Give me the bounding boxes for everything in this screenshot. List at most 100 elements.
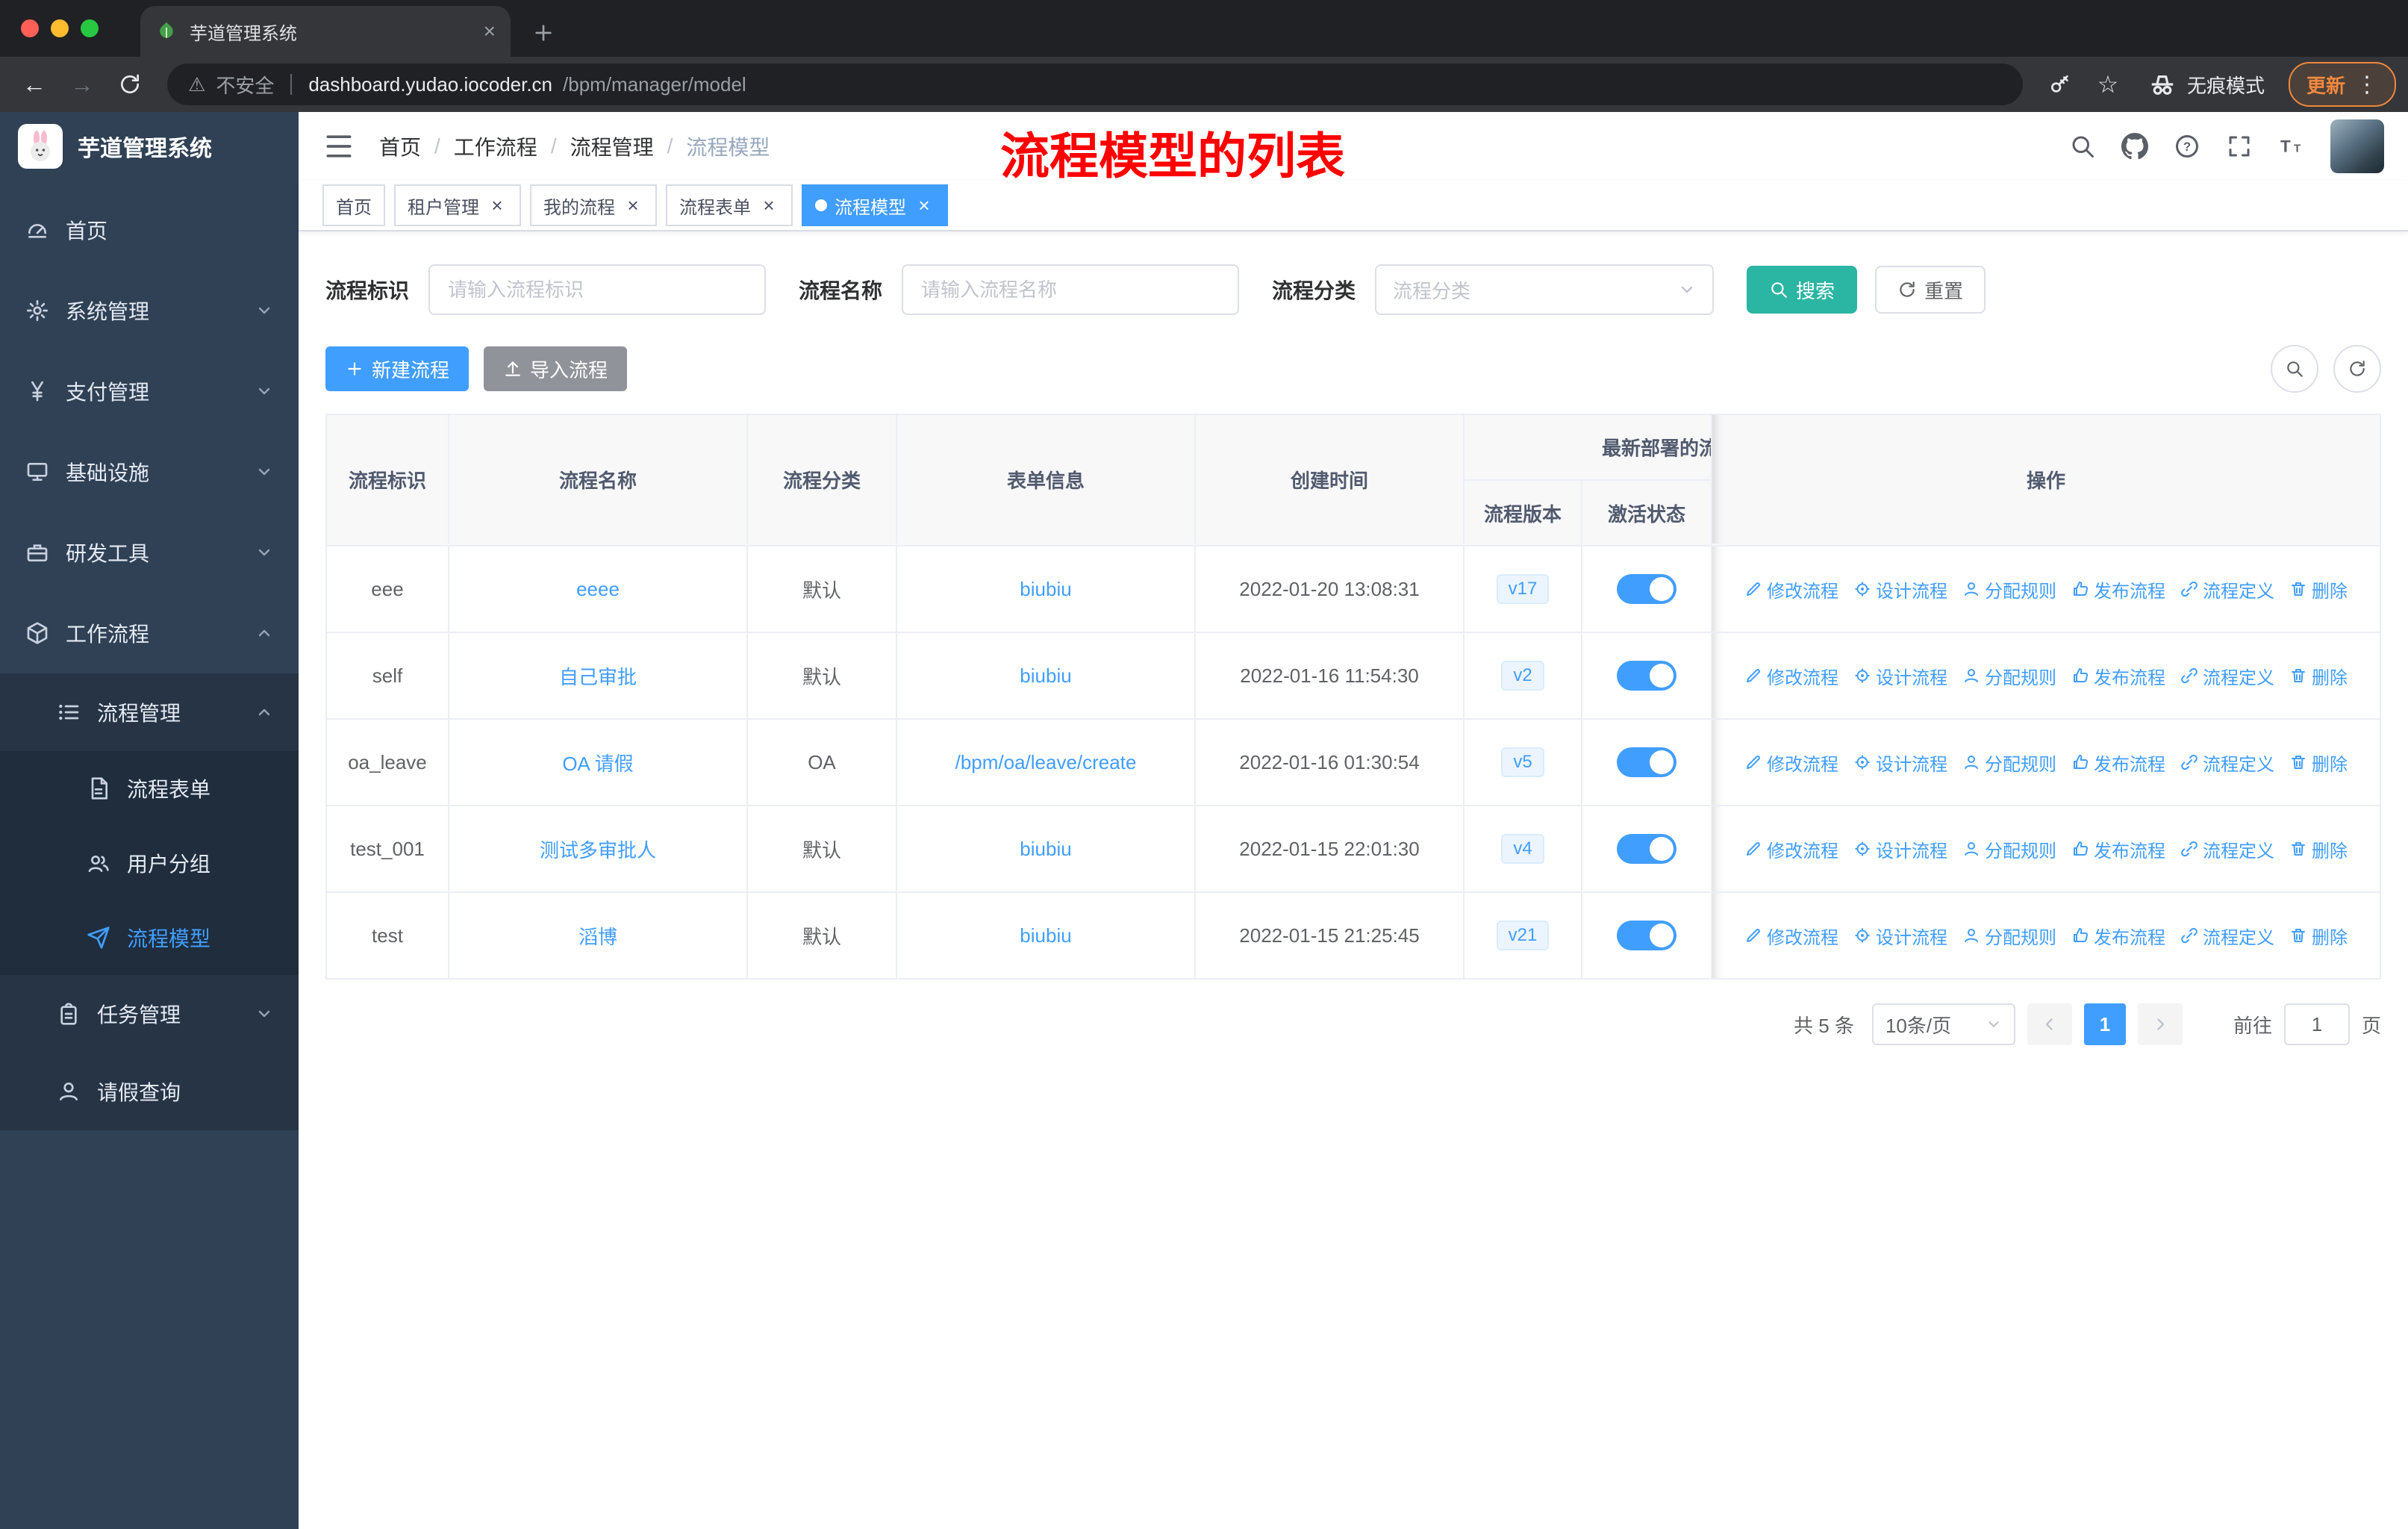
sidebar-item-user-group[interactable]: 用户分组 xyxy=(0,826,299,900)
form-info-link[interactable]: /bpm/oa/leave/create xyxy=(955,751,1137,774)
sidebar-item-devtools[interactable]: 研发工具 xyxy=(0,512,299,593)
page-size-select[interactable]: 10条/页 xyxy=(1871,1003,2015,1045)
password-key-icon[interactable] xyxy=(2038,62,2083,107)
search-button[interactable]: 搜索 xyxy=(1747,266,1858,314)
browser-tab[interactable]: 芋道管理系统 × xyxy=(140,6,511,57)
window-close-button[interactable] xyxy=(21,19,39,37)
toggle-search-button[interactable] xyxy=(2271,345,2318,393)
form-info-link[interactable]: biubiu xyxy=(1020,838,1071,861)
sidebar-item-infra[interactable]: 基础设施 xyxy=(0,432,299,512)
reload-button[interactable] xyxy=(107,62,152,107)
action-delete-link[interactable]: 删除 xyxy=(2289,923,2348,949)
tag-process-model[interactable]: 流程模型 × xyxy=(802,184,948,226)
sidebar-item-task-mgmt[interactable]: 任务管理 xyxy=(0,975,299,1053)
reset-button[interactable]: 重置 xyxy=(1875,266,1986,314)
action-design-link[interactable]: 设计流程 xyxy=(1853,663,1947,689)
action-delete-link[interactable]: 删除 xyxy=(2289,836,2348,862)
sidebar-item-process-model[interactable]: 流程模型 xyxy=(0,900,299,975)
tag-tenant-mgmt[interactable]: 租户管理 × xyxy=(394,184,521,226)
action-publish-link[interactable]: 发布流程 xyxy=(2071,663,2165,689)
breadcrumb-workflow[interactable]: 工作流程 xyxy=(454,131,537,161)
back-button[interactable]: ← xyxy=(12,62,57,107)
import-process-button[interactable]: 导入流程 xyxy=(484,346,628,391)
sidebar-item-workflow[interactable]: 工作流程 xyxy=(0,593,299,673)
fullscreen-icon[interactable] xyxy=(2226,133,2253,160)
action-edit-link[interactable]: 修改流程 xyxy=(1744,750,1838,776)
action-assign-link[interactable]: 分配规则 xyxy=(1962,836,2056,862)
action-design-link[interactable]: 设计流程 xyxy=(1853,836,1947,862)
process-name-link[interactable]: eeee xyxy=(576,578,620,601)
action-delete-link[interactable]: 删除 xyxy=(2289,750,2348,776)
tag-close-icon[interactable]: × xyxy=(758,194,779,217)
sidebar-item-process-mgmt[interactable]: 流程管理 xyxy=(0,673,299,751)
next-page-button[interactable] xyxy=(2137,1003,2183,1045)
sidebar-item-system[interactable]: 系统管理 xyxy=(0,270,299,351)
sidebar-item-leave-query[interactable]: 请假查询 xyxy=(0,1053,299,1130)
action-edit-link[interactable]: 修改流程 xyxy=(1744,836,1838,862)
tag-close-icon[interactable]: × xyxy=(623,194,643,217)
active-switch[interactable] xyxy=(1617,747,1676,777)
active-switch[interactable] xyxy=(1617,574,1676,604)
help-icon[interactable] xyxy=(2174,133,2200,160)
tag-my-process[interactable]: 我的流程 × xyxy=(530,184,657,226)
app-logo[interactable]: 芋道管理系统 xyxy=(0,112,299,181)
sidebar-collapse-icon[interactable] xyxy=(322,130,355,163)
action-design-link[interactable]: 设计流程 xyxy=(1853,576,1947,602)
active-switch[interactable] xyxy=(1617,921,1676,950)
process-category-select[interactable]: 流程分类 xyxy=(1375,264,1715,315)
forward-button[interactable]: → xyxy=(60,62,105,107)
action-delete-link[interactable]: 删除 xyxy=(2289,576,2348,602)
prev-page-button[interactable] xyxy=(2027,1003,2072,1045)
window-zoom-button[interactable] xyxy=(81,19,99,37)
active-switch[interactable] xyxy=(1617,834,1676,864)
action-assign-link[interactable]: 分配规则 xyxy=(1962,750,2056,776)
browser-menu-icon[interactable]: ⋮ xyxy=(2356,72,2378,98)
tag-close-icon[interactable]: × xyxy=(914,194,935,217)
process-name-link[interactable]: 自己审批 xyxy=(559,662,637,690)
update-chip[interactable]: 更新 ⋮ xyxy=(2288,62,2396,107)
form-info-link[interactable]: biubiu xyxy=(1020,924,1071,947)
action-edit-link[interactable]: 修改流程 xyxy=(1744,923,1838,949)
action-definition-link[interactable]: 流程定义 xyxy=(2180,923,2274,949)
action-assign-link[interactable]: 分配规则 xyxy=(1962,663,2056,689)
action-publish-link[interactable]: 发布流程 xyxy=(2071,750,2165,776)
action-definition-link[interactable]: 流程定义 xyxy=(2180,576,2274,602)
action-definition-link[interactable]: 流程定义 xyxy=(2180,663,2274,689)
action-definition-link[interactable]: 流程定义 xyxy=(2180,750,2274,776)
address-bar[interactable]: ⚠ 不安全 dashboard.yudao.iocoder.cn/bpm/man… xyxy=(167,63,2023,105)
bookmark-star-icon[interactable]: ☆ xyxy=(2086,62,2130,107)
action-publish-link[interactable]: 发布流程 xyxy=(2071,923,2165,949)
action-delete-link[interactable]: 删除 xyxy=(2289,663,2348,689)
process-name-link[interactable]: 滔博 xyxy=(578,922,617,950)
refresh-table-button[interactable] xyxy=(2333,345,2381,393)
font-size-icon[interactable] xyxy=(2278,133,2305,160)
action-edit-link[interactable]: 修改流程 xyxy=(1744,576,1838,602)
tab-close-icon[interactable]: × xyxy=(484,19,496,43)
user-avatar[interactable] xyxy=(2330,119,2384,173)
action-assign-link[interactable]: 分配规则 xyxy=(1962,923,2056,949)
breadcrumb-home[interactable]: 首页 xyxy=(379,131,421,161)
sidebar-item-home[interactable]: 首页 xyxy=(0,190,299,270)
process-name-link[interactable]: 测试多审批人 xyxy=(540,835,656,863)
page-number-button[interactable]: 1 xyxy=(2083,1003,2126,1045)
process-name-input[interactable] xyxy=(902,264,1240,315)
sidebar-item-payment[interactable]: 支付管理 xyxy=(0,351,299,432)
window-minimize-button[interactable] xyxy=(51,19,69,37)
tag-close-icon[interactable]: × xyxy=(487,194,508,217)
breadcrumb-process-mgmt[interactable]: 流程管理 xyxy=(570,131,654,161)
action-publish-link[interactable]: 发布流程 xyxy=(2071,576,2165,602)
new-tab-button[interactable] xyxy=(531,21,555,45)
search-icon[interactable] xyxy=(2069,133,2096,160)
github-icon[interactable] xyxy=(2121,133,2148,160)
action-publish-link[interactable]: 发布流程 xyxy=(2071,836,2165,862)
goto-page-input[interactable] xyxy=(2283,1003,2350,1045)
sidebar-item-process-form[interactable]: 流程表单 xyxy=(0,751,299,826)
action-design-link[interactable]: 设计流程 xyxy=(1853,750,1947,776)
action-definition-link[interactable]: 流程定义 xyxy=(2180,836,2274,862)
process-name-link[interactable]: OA 请假 xyxy=(562,749,633,776)
form-info-link[interactable]: biubiu xyxy=(1020,664,1071,688)
form-info-link[interactable]: biubiu xyxy=(1020,578,1071,601)
process-id-input[interactable] xyxy=(428,264,767,315)
action-edit-link[interactable]: 修改流程 xyxy=(1744,663,1838,689)
action-design-link[interactable]: 设计流程 xyxy=(1853,923,1947,949)
